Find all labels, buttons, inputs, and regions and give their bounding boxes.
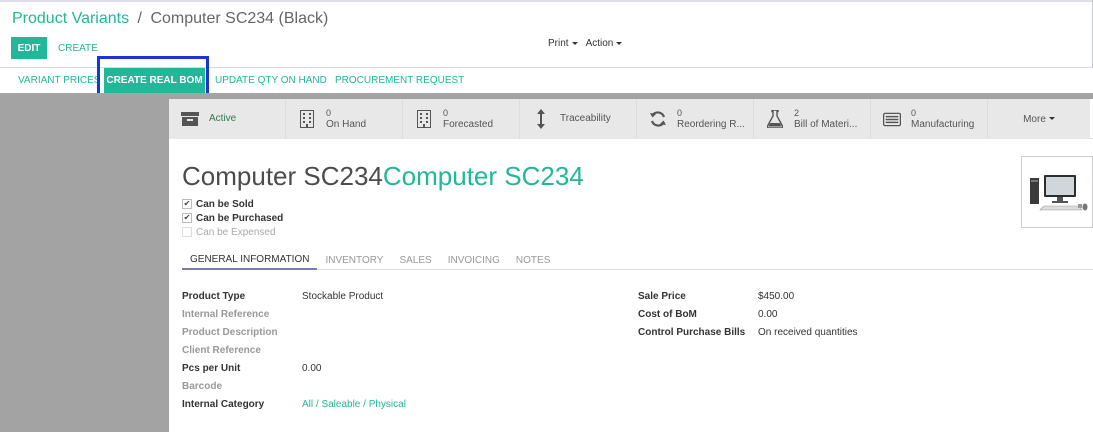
edit-button[interactable]: EDIT [11, 37, 47, 59]
empty-checkbox-icon [182, 227, 192, 237]
smart-button-label: Manufacturing [911, 118, 975, 130]
print-menu[interactable]: Print [548, 38, 578, 49]
can-be-expensed-checkbox[interactable]: Can be Expensed [182, 225, 283, 239]
smart-button-label: Traceability [560, 113, 611, 124]
checkmark-icon: ✔ [182, 213, 192, 223]
more-button[interactable]: More [988, 99, 1090, 139]
field-row[interactable]: Client Reference [182, 341, 406, 359]
active-toggle-button[interactable]: Active [169, 99, 286, 139]
smart-button-label: Forecasted [443, 118, 494, 130]
field-row[interactable]: Barcode [182, 377, 406, 395]
update-qty-on-hand-button[interactable]: UPDATE QTY ON HAND [215, 68, 327, 93]
product-variant-link[interactable]: Computer SC234 [383, 161, 584, 191]
manufacturing-button[interactable]: 0 Manufacturing [871, 99, 988, 139]
field-row[interactable]: Internal Reference [182, 305, 406, 323]
flask-icon [766, 110, 784, 128]
arrows-vertical-icon [532, 109, 550, 129]
product-template-name: Computer SC234 [182, 161, 383, 191]
field-value: 0.00 [302, 362, 322, 374]
form-tabs: GENERAL INFORMATION INVENTORY SALES INVO… [182, 250, 1093, 270]
smart-button-value: 0 [911, 107, 917, 118]
checkbox-label: Can be Expensed [196, 226, 276, 238]
top-accent-bar [0, 0, 1093, 2]
field-label: Cost of BoM [638, 308, 697, 320]
toolbar-menus: Print Action [548, 38, 622, 49]
can-be-purchased-checkbox[interactable]: ✔ Can be Purchased [182, 211, 283, 225]
checkbox-label: Can be Purchased [196, 212, 284, 224]
field-label: Product Type [182, 290, 246, 302]
variant-prices-button[interactable]: VARIANT PRICES [18, 68, 100, 93]
archive-icon [181, 110, 199, 128]
field-row[interactable]: Product Description [182, 323, 406, 341]
smart-button-label: Active [209, 113, 237, 124]
tab-sales[interactable]: SALES [391, 250, 439, 270]
building-icon [298, 110, 316, 128]
smart-button-value: 0 [326, 107, 332, 118]
internal-category-link[interactable]: All / Saleable / Physical [302, 399, 406, 410]
field-value: 0.00 [758, 308, 778, 320]
create-button[interactable]: CREATE [58, 37, 98, 59]
building-icon [415, 110, 433, 128]
field-row[interactable]: Internal Category All / Saleable / Physi… [182, 395, 406, 413]
smart-button-label: Bill of Materi... [794, 118, 858, 130]
field-row[interactable]: Product Type Stockable Product [182, 287, 406, 305]
form-sheet: Active 0 On Hand 0 Forecasted Traceability… [169, 99, 1093, 432]
field-label: Client Reference [182, 344, 261, 356]
tab-invoicing[interactable]: INVOICING [440, 250, 508, 270]
field-value: On received quantities [758, 326, 858, 338]
product-checkboxes: ✔ Can be Sold ✔ Can be Purchased Can be … [182, 197, 283, 239]
field-label: Control Purchase Bills [638, 326, 746, 338]
can-be-sold-checkbox[interactable]: ✔ Can be Sold [182, 197, 283, 211]
list-alt-icon [883, 110, 901, 128]
bill-of-materials-button[interactable]: 2 Bill of Materi... [754, 99, 871, 139]
traceability-button[interactable]: Traceability [520, 99, 637, 139]
field-value: $450.00 [758, 290, 795, 302]
product-image[interactable] [1021, 156, 1093, 228]
more-label: More [1023, 114, 1055, 125]
forecasted-button[interactable]: 0 Forecasted [403, 99, 520, 139]
field-row[interactable]: Control Purchase Bills On received quant… [638, 323, 858, 341]
smart-button-label: On Hand [326, 118, 367, 130]
checkmark-icon: ✔ [182, 199, 192, 209]
field-row[interactable]: Sale Price $450.00 [638, 287, 858, 305]
reordering-rules-button[interactable]: 0 Reordering R... [637, 99, 754, 139]
field-label: Internal Reference [182, 308, 270, 320]
checkbox-label: Can be Sold [196, 198, 254, 210]
on-hand-button[interactable]: 0 On Hand [286, 99, 403, 139]
breadcrumb-current: Computer SC234 (Black) [150, 10, 329, 27]
tab-inventory[interactable]: INVENTORY [317, 250, 391, 270]
field-row[interactable]: Cost of BoM 0.00 [638, 305, 858, 323]
procurement-request-button[interactable]: PROCUREMENT REQUEST [335, 68, 464, 93]
left-field-group: Product Type Stockable Product Internal … [182, 287, 406, 413]
breadcrumb-parent-link[interactable]: Product Variants [12, 10, 129, 27]
right-field-group: Sale Price $450.00 Cost of BoM 0.00 Cont… [638, 287, 858, 341]
product-name[interactable]: Computer SC234Computer SC234 [182, 161, 584, 192]
computer-image [1030, 175, 1088, 211]
background-panel [0, 93, 169, 432]
breadcrumb-separator: / [137, 10, 142, 27]
tab-general-information[interactable]: GENERAL INFORMATION [182, 250, 318, 270]
field-label: Pcs per Unit [182, 362, 241, 374]
breadcrumb: Product Variants / Computer SC234 (Black… [12, 10, 328, 28]
smart-button-value: 0 [443, 107, 449, 118]
field-label: Product Description [182, 326, 278, 338]
smart-buttons-bar: Active 0 On Hand 0 Forecasted Traceability… [169, 99, 1093, 139]
field-value: Stockable Product [302, 290, 384, 302]
smart-button-label: Reordering R... [677, 118, 745, 130]
action-menu[interactable]: Action [586, 38, 623, 49]
smart-button-value: 0 [677, 107, 683, 118]
field-row[interactable]: Pcs per Unit 0.00 [182, 359, 406, 377]
refresh-icon [649, 110, 667, 128]
field-label: Internal Category [182, 398, 265, 410]
tab-notes[interactable]: NOTES [508, 250, 558, 270]
field-label: Sale Price [638, 290, 686, 302]
field-label: Barcode [182, 380, 223, 392]
smart-button-value: 2 [794, 107, 800, 118]
